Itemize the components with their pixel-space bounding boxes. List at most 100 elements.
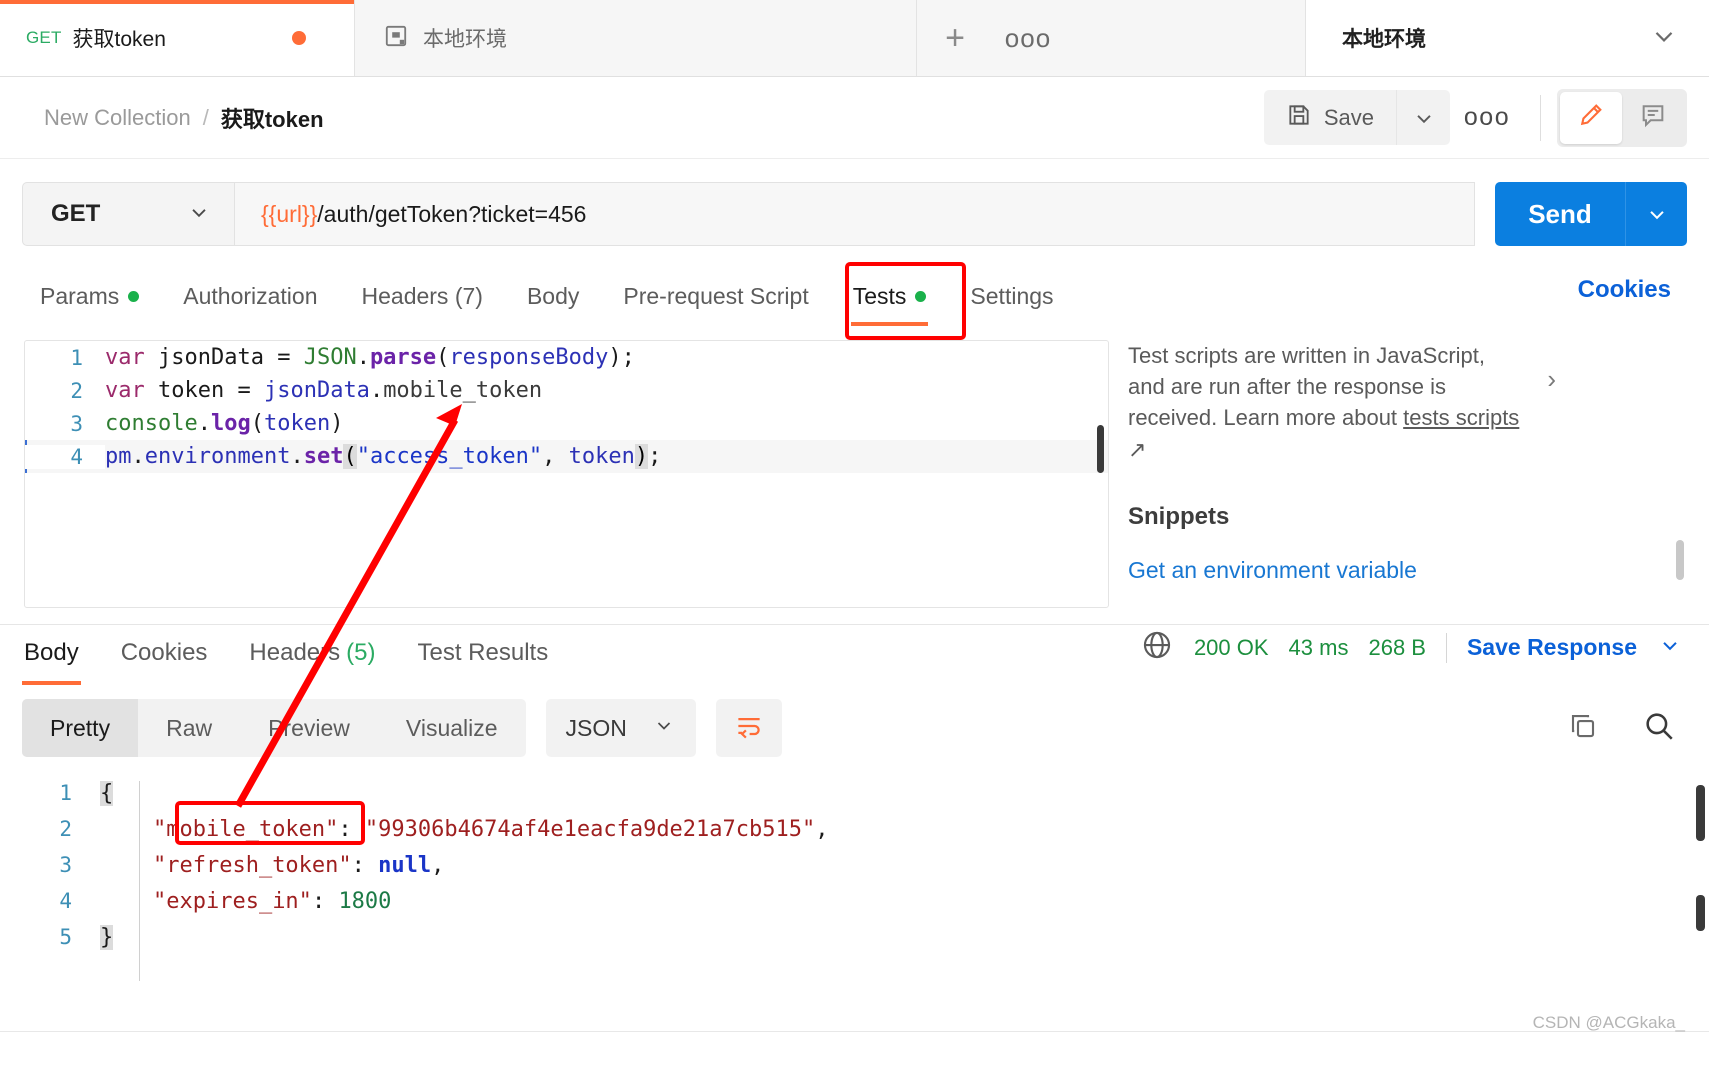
chevron-right-icon[interactable]: › (1547, 364, 1556, 395)
send-options-caret[interactable] (1625, 182, 1687, 246)
comment-icon (1639, 101, 1667, 134)
code-token: , (815, 816, 829, 842)
code-token: ); (608, 345, 635, 370)
tab-params[interactable]: Params (38, 271, 141, 326)
tab-pre-request-script-label: Pre-request Script (623, 282, 809, 309)
tab-more-options-button[interactable]: ooo (993, 0, 1063, 76)
word-wrap-icon (734, 711, 764, 746)
copy-response-button[interactable] (1555, 699, 1611, 757)
line-number: 2 (59, 817, 72, 841)
send-button[interactable]: Send (1495, 182, 1625, 246)
code-token: parse (369, 345, 437, 370)
code-token: var (105, 345, 158, 370)
view-mode-visualize[interactable]: Visualize (378, 699, 526, 757)
request-more-options-button[interactable]: ooo (1450, 90, 1524, 145)
info-panel-scrollbar[interactable] (1676, 540, 1684, 580)
breadcrumb-collection[interactable]: New Collection (44, 105, 191, 131)
send-button-group: Send (1495, 182, 1687, 246)
code-token: log (210, 411, 251, 436)
breadcrumb-separator: / (202, 104, 209, 130)
code-token: "expires_in" (152, 888, 312, 914)
response-tab-test-results-label: Test Results (417, 639, 549, 666)
code-line: 3 console.log(token) (25, 407, 1108, 440)
code-token: } (100, 924, 114, 950)
response-meta-divider (1445, 632, 1447, 663)
code-token: ) (330, 411, 344, 436)
tab-authorization-label: Authorization (183, 282, 318, 309)
cookies-link[interactable]: Cookies (1578, 276, 1671, 304)
code-token: token (157, 378, 238, 403)
environment-selector[interactable]: 本地环境 (1305, 0, 1709, 76)
tab-tests-label: Tests (852, 282, 907, 309)
http-method-selector[interactable]: GET (22, 182, 234, 246)
breadcrumb-bar: New Collection / 获取token Save ooo (0, 77, 1709, 159)
response-format-value: JSON (565, 714, 627, 741)
view-mode-pretty[interactable]: Pretty (22, 699, 139, 757)
code-line: 1{ (0, 775, 1709, 811)
code-token: null (378, 852, 432, 878)
save-button[interactable]: Save (1263, 90, 1396, 145)
new-tab-button[interactable]: + (917, 0, 993, 76)
search-response-button[interactable] (1631, 699, 1687, 757)
save-response-button[interactable]: Save Response (1467, 634, 1637, 661)
view-mode-preview[interactable]: Preview (240, 699, 378, 757)
response-tab-test-results[interactable]: Test Results (415, 629, 550, 685)
edit-pencil-button[interactable] (1560, 91, 1622, 144)
code-token: = (237, 378, 264, 403)
code-token: ( (436, 345, 450, 370)
save-response-caret-icon[interactable] (1657, 632, 1683, 663)
response-tab-headers[interactable]: Headers (5) (247, 629, 377, 685)
tab-pre-request-script[interactable]: Pre-request Script (621, 271, 810, 326)
tab-tests[interactable]: Tests (850, 271, 929, 326)
snippet-get-environment-variable[interactable]: Get an environment variable (1128, 557, 1688, 584)
response-body-toolbar: Pretty Raw Preview Visualize JSON (22, 699, 1687, 757)
tabstrip-spacer (1063, 0, 1305, 76)
tab-settings[interactable]: Settings (968, 271, 1055, 326)
response-tab-cookies[interactable]: Cookies (119, 629, 210, 685)
code-line-content: { (100, 780, 114, 806)
request-tab-get-token[interactable]: GET 获取token (0, 0, 355, 76)
line-number: 1 (59, 781, 72, 805)
line-number: 4 (25, 444, 105, 469)
code-token: jsonData (157, 345, 278, 370)
response-body-scrollbar[interactable] (1696, 785, 1705, 841)
line-number: 1 (70, 345, 83, 370)
tab-body[interactable]: Body (525, 271, 581, 326)
code-token: , (431, 852, 445, 878)
postman-window: GET 获取token 本地环境 + ooo 本地环境 New Collecti… (0, 0, 1709, 1069)
environment-tab[interactable]: 本地环境 (355, 0, 917, 76)
code-token: JSON (303, 345, 357, 370)
editor-vertical-scrollbar[interactable] (1097, 425, 1104, 473)
save-options-caret[interactable] (1396, 90, 1450, 145)
json-lines: 1{2 "mobile_token": "99306b4674af4e1eacf… (0, 775, 1709, 955)
code-token: . (290, 444, 304, 469)
pencil-icon (1577, 101, 1605, 134)
environment-selector-value: 本地环境 (1342, 28, 1426, 51)
tab-headers-label: Headers (7) (361, 282, 483, 309)
chevron-down-icon (186, 199, 212, 230)
globe-icon (1140, 628, 1174, 667)
response-body-viewer[interactable]: 1{2 "mobile_token": "99306b4674af4e1eacf… (0, 775, 1709, 1015)
word-wrap-toggle[interactable] (715, 699, 782, 757)
response-body-scrollbar-secondary[interactable] (1696, 895, 1705, 931)
code-token: ( (250, 411, 264, 436)
tab-body-label: Body (526, 282, 580, 309)
tests-scripts-link[interactable]: tests scripts (1403, 405, 1519, 430)
tests-script-editor[interactable]: 1 var jsonData = JSON.parse(responseBody)… (24, 340, 1109, 608)
tab-authorization[interactable]: Authorization (181, 271, 319, 326)
chevron-down-icon (1649, 21, 1679, 56)
response-tab-body[interactable]: Body (22, 629, 81, 685)
response-format-selector[interactable]: JSON (545, 699, 696, 757)
tab-headers[interactable]: Headers (7) (360, 271, 485, 326)
code-token: { (100, 780, 114, 806)
view-mode-raw[interactable]: Raw (138, 699, 240, 757)
url-input[interactable]: {{url}}/auth/getToken?ticket=456 (234, 182, 1475, 246)
comment-button[interactable] (1622, 92, 1684, 144)
code-line-content: console.log(token) (105, 411, 343, 436)
code-token: , (542, 444, 569, 469)
code-line-content: var jsonData = JSON.parse(responseBody); (105, 345, 635, 370)
breadcrumb-current-request[interactable]: 获取token (221, 102, 324, 134)
search-icon (1642, 709, 1676, 748)
